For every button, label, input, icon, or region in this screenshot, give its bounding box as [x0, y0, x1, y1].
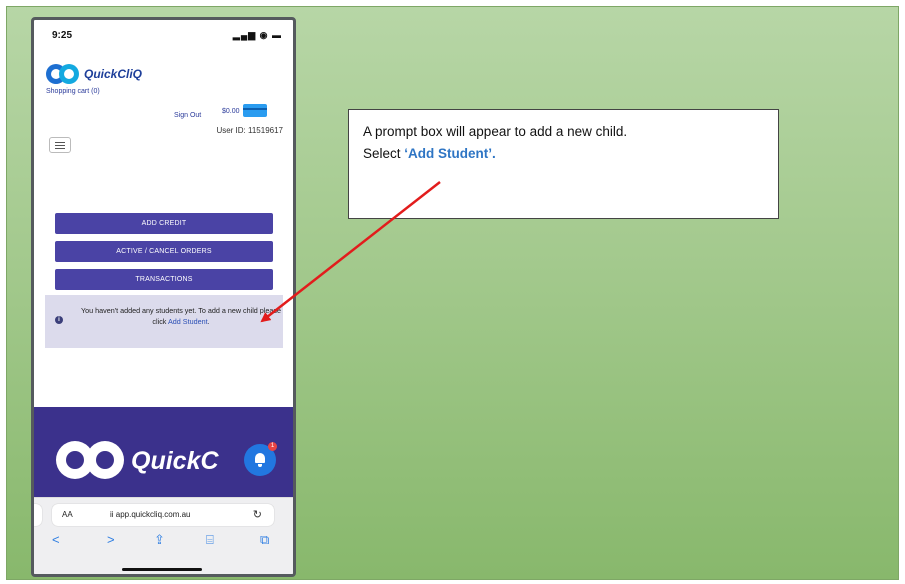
- text-size-button[interactable]: AA: [62, 510, 73, 519]
- callout-select-text: Select: [363, 146, 405, 161]
- address-bar[interactable]: AA ii app.quickcliq.com.au ↻: [52, 504, 274, 526]
- url-text: ii app.quickcliq.com.au: [110, 510, 191, 519]
- footer-qc-logo-icon: [56, 441, 128, 481]
- callout-line-2: Select ‘Add Student’.: [363, 146, 496, 161]
- qc-logo-icon: [46, 64, 80, 86]
- phone-screenshot: 9:25 ▂▄▆ ◉ ▬ QuickCliQ Shopping cart (0)…: [31, 17, 296, 577]
- status-time: 9:25: [52, 30, 73, 41]
- notification-bell-icon[interactable]: 1: [244, 442, 277, 476]
- balance-amount: $0.00: [222, 108, 240, 115]
- info-icon: i: [55, 316, 63, 324]
- instruction-callout: A prompt box will appear to add a new ch…: [348, 109, 779, 219]
- browser-toolbar: AA ii app.quickcliq.com.au ↻ < > ⇪ ⌸ ⧉: [34, 497, 293, 574]
- logo-text: QuickCliQ: [84, 67, 143, 81]
- status-bar: 9:25 ▂▄▆ ◉ ▬: [52, 30, 282, 44]
- forward-icon[interactable]: >: [107, 532, 115, 547]
- no-students-alert: i You haven't added any students yet. To…: [45, 295, 283, 348]
- callout-add-student-highlight: ‘Add Student’.: [404, 146, 496, 161]
- alert-message: You haven't added any students yet. To a…: [81, 305, 281, 327]
- credit-card-icon[interactable]: [243, 104, 267, 117]
- reload-icon[interactable]: ↻: [253, 508, 262, 521]
- add-credit-button[interactable]: ADD CREDIT: [55, 213, 273, 234]
- user-id: User ID: 11519617: [216, 126, 283, 135]
- callout-line-1: A prompt box will appear to add a new ch…: [363, 124, 628, 139]
- home-indicator[interactable]: [122, 568, 202, 571]
- sign-out-link[interactable]: Sign Out: [174, 112, 201, 119]
- transactions-button[interactable]: TRANSACTIONS: [55, 269, 273, 290]
- footer-logo-text: QuickC: [131, 447, 219, 475]
- signal-wifi-battery-icon: ▂▄▆ ◉ ▬: [232, 30, 282, 40]
- back-icon[interactable]: <: [52, 532, 60, 547]
- add-student-link[interactable]: Add Student: [168, 317, 208, 326]
- notification-badge: 1: [268, 442, 277, 451]
- share-icon[interactable]: ⇪: [154, 532, 165, 548]
- previous-tab-edge[interactable]: [34, 504, 42, 526]
- alert-message-end: .: [207, 317, 210, 326]
- tabs-icon[interactable]: ⧉: [260, 532, 269, 548]
- menu-icon[interactable]: [49, 137, 71, 153]
- shopping-cart-link[interactable]: Shopping cart (0): [46, 88, 100, 95]
- bookmarks-icon[interactable]: ⌸: [206, 532, 214, 548]
- browser-nav: < > ⇪ ⌸ ⧉: [34, 532, 293, 550]
- active-cancel-orders-button[interactable]: ACTIVE / CANCEL ORDERS: [55, 241, 273, 262]
